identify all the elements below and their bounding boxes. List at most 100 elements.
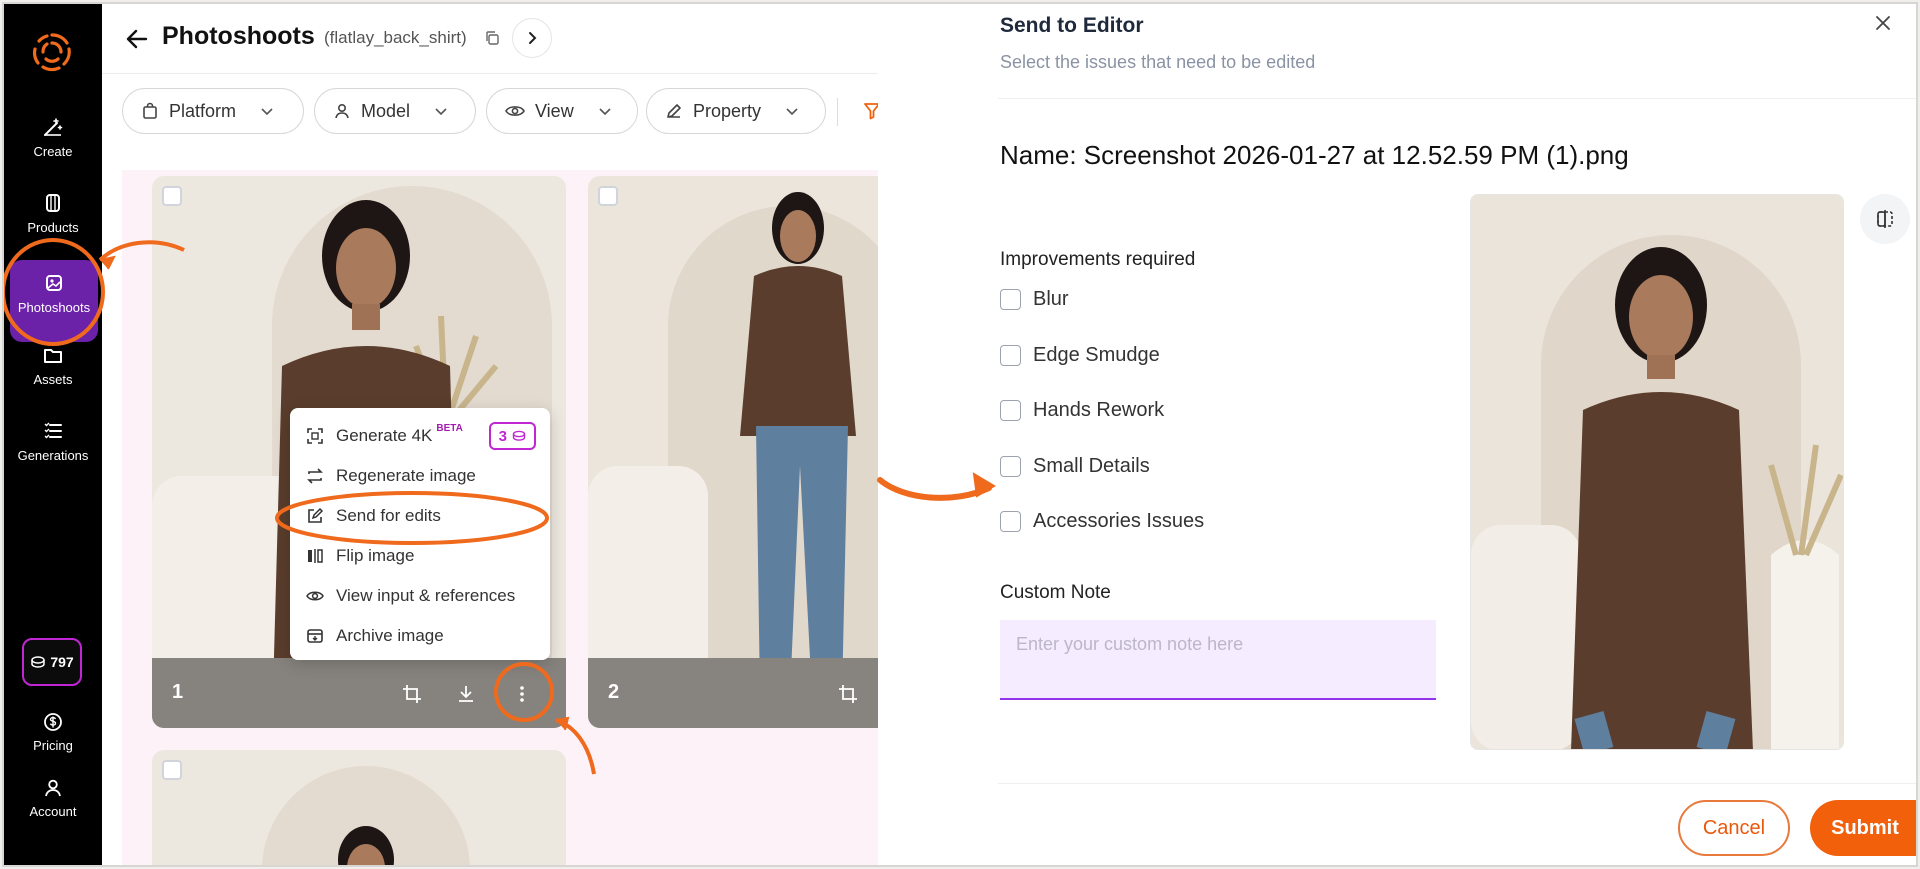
chevron-right-icon: [529, 32, 537, 44]
filter-divider: [837, 98, 838, 126]
menu-item-flip[interactable]: Flip image: [290, 538, 550, 574]
crop-icon[interactable]: [402, 684, 422, 704]
card-toolbar: [152, 658, 566, 728]
issue-label: Hands Rework: [1033, 398, 1165, 421]
modal-title: Send to Editor: [1000, 14, 1144, 37]
sidebar-item-create[interactable]: Create: [4, 116, 102, 182]
upscale-icon: [307, 428, 323, 444]
submit-button[interactable]: Submit: [1810, 800, 1916, 856]
preview-photo: [1471, 195, 1843, 749]
custom-note-input[interactable]: [1000, 620, 1436, 700]
flip-icon: [308, 549, 323, 563]
screenshot-frame: Create Products Photoshoots Assets Gener…: [2, 2, 1918, 867]
folder-icon: [44, 349, 62, 363]
select-checkbox[interactable]: [162, 186, 182, 206]
issue-label: Edge Smudge: [1033, 343, 1160, 366]
menu-item-generate-4k[interactable]: Generate 4K BETA 3: [290, 418, 550, 454]
eye-icon: [505, 106, 525, 116]
issue-label: Blur: [1033, 287, 1069, 310]
image-preview: [1470, 194, 1844, 750]
list-icon: [44, 422, 62, 439]
page-subtitle: (flatlay_back_shirt): [324, 28, 467, 47]
coins-icon: [31, 656, 46, 668]
select-checkbox[interactable]: [162, 760, 182, 780]
sidebar-item-pricing[interactable]: Pricing: [4, 712, 102, 778]
back-arrow-icon[interactable]: [124, 26, 150, 52]
sidebar-item-label: Create: [33, 144, 73, 159]
sidebar-item-account[interactable]: Account: [4, 778, 102, 844]
filter-property[interactable]: Property: [646, 88, 826, 134]
arrow-to-modal: [877, 477, 992, 501]
cancel-button[interactable]: Cancel: [1678, 800, 1790, 856]
checkbox[interactable]: [1000, 399, 1021, 421]
filter-label: Platform: [169, 100, 237, 121]
credits-badge[interactable]: 797: [22, 638, 82, 686]
chevron-down-icon: [435, 108, 447, 116]
compare-button[interactable]: [1860, 194, 1910, 244]
beta-badge: BETA: [436, 422, 463, 434]
more-vertical-icon[interactable]: [512, 684, 532, 704]
issue-hands-rework[interactable]: Hands Rework: [1000, 395, 1164, 425]
photo-card-3[interactable]: [152, 750, 566, 865]
sidebar-item-label: Pricing: [33, 738, 73, 753]
copy-icon[interactable]: [484, 30, 500, 46]
issue-small-details[interactable]: Small Details: [1000, 451, 1150, 481]
modal-divider: [998, 98, 1916, 99]
person-icon: [335, 103, 349, 119]
filter-funnel-icon[interactable]: [864, 102, 878, 120]
file-name: Name: Screenshot 2026-01-27 at 12.52.59 …: [1000, 140, 1629, 170]
issue-blur[interactable]: Blur: [1000, 284, 1069, 314]
card-number: 1: [172, 681, 184, 703]
filter-platform[interactable]: Platform: [122, 88, 304, 134]
menu-item-send-for-edits[interactable]: Send for edits: [290, 498, 550, 534]
menu-item-archive[interactable]: Archive image: [290, 618, 550, 654]
person-icon: [45, 779, 61, 797]
photo-card-2[interactable]: 2: [588, 176, 878, 728]
download-icon[interactable]: [456, 684, 476, 704]
pencil-icon: [667, 104, 681, 118]
filter-label: View: [535, 100, 574, 121]
chevron-down-icon: [786, 108, 798, 116]
context-menu: Generate 4K BETA 3 Regenerate image Send…: [290, 408, 550, 660]
dollar-icon: [44, 713, 62, 731]
select-checkbox[interactable]: [598, 186, 618, 206]
checkbox[interactable]: [1000, 510, 1021, 532]
custom-note-label: Custom Note: [1000, 582, 1111, 603]
close-icon[interactable]: [1874, 14, 1892, 32]
menu-item-label: Send for edits: [336, 506, 441, 525]
photoshoots-icon: [46, 275, 62, 291]
checkbox[interactable]: [1000, 455, 1021, 477]
sidebar-item-label: Photoshoots: [17, 300, 91, 315]
page-title: Photoshoots: [162, 22, 315, 50]
filter-label: Model: [361, 100, 411, 121]
menu-item-view-input[interactable]: View input & references: [290, 578, 550, 614]
brand-logo[interactable]: [31, 31, 73, 73]
arrowhead-icon: [972, 472, 996, 498]
card-number: 2: [608, 681, 620, 703]
menu-item-label: View input & references: [336, 586, 516, 605]
issue-edge-smudge[interactable]: Edge Smudge: [1000, 340, 1160, 370]
sidebar-item-assets[interactable]: Assets: [4, 344, 102, 410]
products-icon: [46, 194, 60, 212]
sidebar-item-label: Products: [27, 220, 79, 235]
sidebar-item-label: Account: [29, 804, 77, 819]
filter-model[interactable]: Model: [314, 88, 476, 134]
menu-item-regenerate[interactable]: Regenerate image: [290, 458, 550, 494]
filter-view[interactable]: View: [486, 88, 638, 134]
bag-icon: [143, 102, 157, 119]
checkbox[interactable]: [1000, 288, 1021, 310]
credit-cost: 3: [498, 427, 507, 445]
issue-accessories[interactable]: Accessories Issues: [1000, 506, 1204, 536]
main-panel: Photoshoots (flatlay_back_shirt) Platfor…: [102, 4, 878, 865]
menu-item-label: Flip image: [336, 546, 415, 565]
repeat-icon: [307, 468, 323, 484]
crop-icon[interactable]: [838, 684, 858, 704]
next-button[interactable]: [512, 18, 552, 58]
sidebar-item-photoshoots[interactable]: Photoshoots: [10, 260, 98, 342]
credit-cost-badge: 3: [488, 422, 536, 450]
filter-label: Property: [693, 100, 762, 121]
checkbox[interactable]: [1000, 344, 1021, 366]
sidebar-item-generations[interactable]: Generations: [4, 420, 102, 486]
modal-footer-divider: [998, 783, 1916, 784]
sidebar-item-products[interactable]: Products: [4, 192, 102, 258]
